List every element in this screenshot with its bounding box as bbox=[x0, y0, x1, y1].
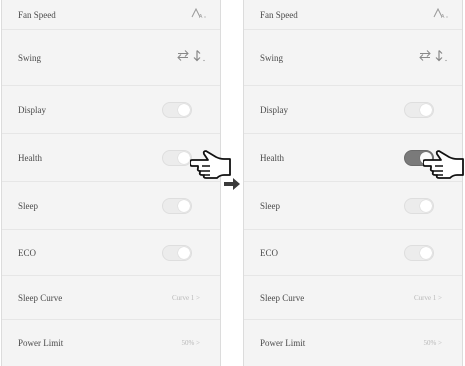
sleep-row: Sleep bbox=[2, 182, 220, 230]
svg-text:A: A bbox=[199, 14, 203, 19]
sleep-curve-label: Sleep Curve bbox=[260, 292, 305, 303]
swing-arrows-icon bbox=[418, 48, 448, 67]
toggle-knob bbox=[420, 246, 432, 259]
power-limit-row[interactable]: Power Limit 50% > bbox=[244, 320, 462, 366]
eco-row: ECO bbox=[244, 230, 462, 276]
eco-label: ECO bbox=[260, 247, 278, 258]
display-row: Display bbox=[2, 86, 220, 134]
pointing-hand-icon bbox=[422, 148, 465, 189]
toggle-knob bbox=[178, 151, 190, 164]
power-limit-value: 50% > bbox=[423, 339, 442, 347]
display-toggle[interactable] bbox=[162, 101, 192, 118]
display-label: Display bbox=[18, 104, 46, 115]
swing-label: Swing bbox=[18, 52, 42, 63]
toggle-knob bbox=[178, 103, 190, 116]
health-toggle[interactable] bbox=[162, 149, 192, 166]
sleep-label: Sleep bbox=[260, 200, 280, 211]
health-label: Health bbox=[18, 152, 42, 163]
swing-row[interactable]: Swing bbox=[2, 30, 220, 86]
eco-label: ECO bbox=[18, 247, 36, 258]
sleep-curve-value: Curve 1 > bbox=[413, 293, 442, 302]
sleep-curve-label: Sleep Curve bbox=[18, 292, 63, 303]
toggle-knob bbox=[178, 199, 190, 212]
display-row: Display bbox=[244, 86, 462, 134]
eco-toggle[interactable] bbox=[404, 244, 434, 261]
eco-toggle[interactable] bbox=[162, 244, 192, 261]
swing-label: Swing bbox=[260, 52, 284, 63]
fan-speed-row[interactable]: Fan Speed A bbox=[244, 0, 462, 30]
power-limit-row[interactable]: Power Limit 50% > bbox=[2, 320, 220, 366]
fan-speed-row[interactable]: Fan Speed A bbox=[2, 0, 220, 30]
toggle-knob bbox=[420, 199, 432, 212]
sleep-toggle[interactable] bbox=[404, 197, 434, 214]
swing-row[interactable]: Swing bbox=[244, 30, 462, 86]
svg-text:A: A bbox=[441, 14, 445, 19]
sleep-curve-row[interactable]: Sleep Curve Curve 1 > bbox=[2, 276, 220, 320]
sleep-curve-value: Curve 1 > bbox=[171, 293, 200, 302]
sleep-toggle[interactable] bbox=[162, 197, 192, 214]
power-limit-label: Power Limit bbox=[260, 338, 306, 348]
power-limit-label: Power Limit bbox=[18, 338, 64, 348]
sleep-curve-row[interactable]: Sleep Curve Curve 1 > bbox=[244, 276, 462, 320]
fan-auto-icon: A bbox=[190, 6, 206, 24]
power-limit-value: 50% > bbox=[181, 339, 200, 347]
swing-arrows-icon bbox=[176, 48, 206, 67]
display-label: Display bbox=[260, 104, 288, 115]
display-toggle[interactable] bbox=[404, 101, 434, 118]
sleep-row: Sleep bbox=[244, 182, 462, 230]
fan-speed-label: Fan Speed bbox=[18, 9, 56, 20]
sleep-label: Sleep bbox=[18, 200, 38, 211]
health-label: Health bbox=[260, 152, 284, 163]
health-row: Health bbox=[2, 134, 220, 182]
settings-panel-before: Fan Speed A Swing Display Health Sleep E… bbox=[1, 0, 221, 366]
toggle-knob bbox=[420, 103, 432, 116]
fan-auto-icon: A bbox=[432, 6, 448, 24]
right-arrow-icon bbox=[223, 177, 241, 196]
fan-speed-label: Fan Speed bbox=[260, 9, 298, 20]
eco-row: ECO bbox=[2, 230, 220, 276]
toggle-knob bbox=[178, 246, 190, 259]
